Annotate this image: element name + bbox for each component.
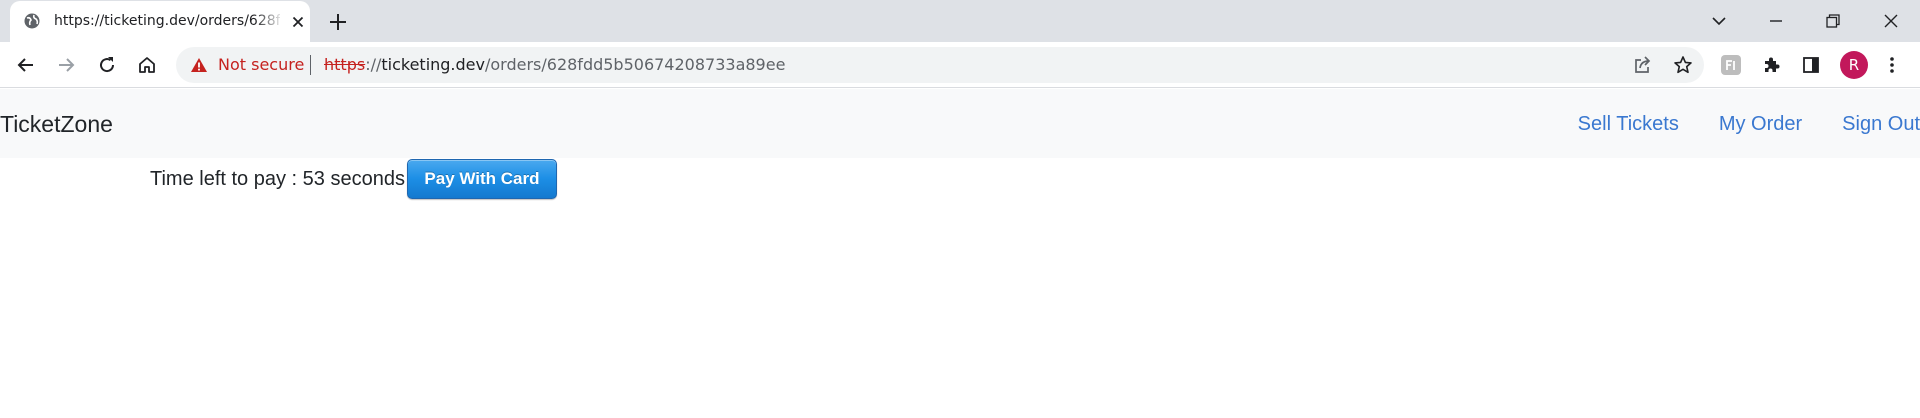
close-window-icon[interactable] (1868, 6, 1914, 36)
browser-toolbar: Not secure https://ticketing.dev/orders/… (0, 42, 1920, 88)
minimize-icon[interactable] (1753, 6, 1799, 36)
order-content: Time left to pay : 53 seconds Pay With C… (150, 158, 557, 200)
restore-icon[interactable] (1810, 6, 1856, 36)
omnibox-divider (310, 55, 311, 75)
security-label[interactable]: Not secure (218, 55, 304, 75)
nav-links: Sell Tickets My Order Sign Out (1578, 111, 1920, 137)
tab-title: https://ticketing.dev/orders/628fdd5b506… (54, 13, 280, 29)
plus-icon[interactable] (326, 10, 350, 34)
tab-strip: https://ticketing.dev/orders/628fdd5b506… (0, 0, 1920, 42)
close-icon[interactable] (290, 14, 306, 30)
chevron-down-icon[interactable] (1696, 6, 1742, 36)
sidepanel-icon[interactable] (1799, 53, 1823, 77)
reload-icon[interactable] (95, 53, 119, 77)
forward-icon[interactable] (54, 53, 78, 77)
address-bar[interactable]: Not secure https://ticketing.dev/orders/… (176, 47, 1704, 83)
site-navbar: TicketZone Sell Tickets My Order Sign Ou… (0, 89, 1920, 158)
time-left-text: Time left to pay : 53 seconds (150, 167, 405, 190)
brand-logo[interactable]: TicketZone (0, 110, 113, 138)
globe-icon (24, 13, 40, 29)
nav-link-sell-tickets[interactable]: Sell Tickets (1578, 111, 1679, 137)
puzzle-icon[interactable] (1759, 53, 1783, 77)
url-path: /orders/628fdd5b50674208733a89ee (484, 55, 786, 74)
profile-avatar[interactable]: R (1840, 51, 1868, 79)
back-icon[interactable] (14, 53, 38, 77)
url-text[interactable]: https://ticketing.dev/orders/628fdd5b506… (324, 55, 785, 75)
tab-title-fade (254, 11, 284, 33)
extension-icon[interactable] (1719, 53, 1743, 77)
browser-tab[interactable]: https://ticketing.dev/orders/628fdd5b506… (10, 1, 310, 42)
star-icon[interactable] (1672, 54, 1694, 76)
url-host: ticketing.dev (381, 55, 485, 74)
pay-with-card-button[interactable]: Pay With Card (406, 159, 557, 199)
share-icon[interactable] (1632, 54, 1654, 76)
nav-link-sign-out[interactable]: Sign Out (1842, 111, 1920, 137)
url-separator: :// (365, 55, 382, 74)
nav-link-my-order[interactable]: My Order (1719, 111, 1802, 137)
url-scheme: https (324, 55, 366, 74)
warning-icon[interactable] (190, 57, 208, 73)
home-icon[interactable] (135, 53, 159, 77)
menu-icon[interactable] (1880, 53, 1904, 77)
